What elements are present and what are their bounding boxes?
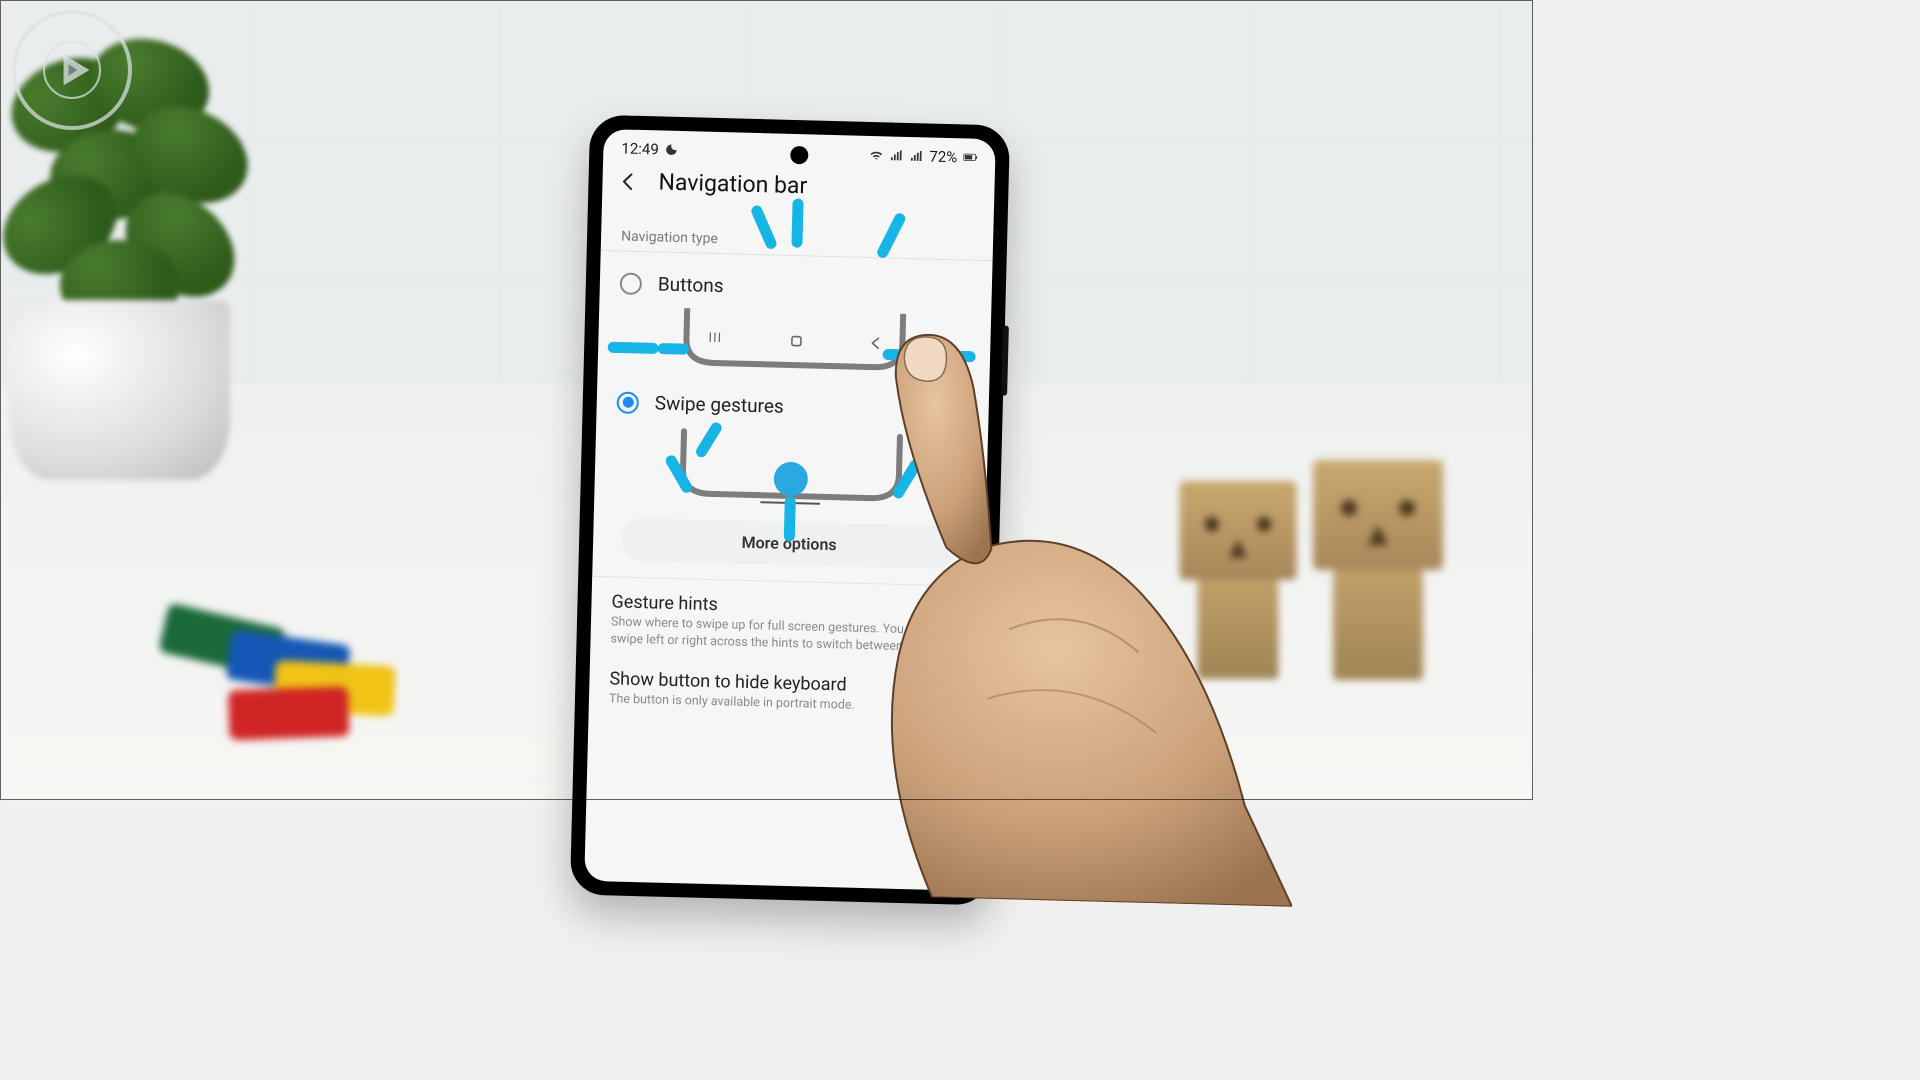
status-time: 12:49 bbox=[621, 139, 659, 158]
setting-hide-keyboard[interactable]: Show button to hide keyboard The button … bbox=[589, 650, 982, 720]
more-options-button[interactable]: More options bbox=[621, 518, 958, 570]
wifi-icon bbox=[869, 148, 883, 162]
radio-buttons[interactable] bbox=[620, 272, 643, 295]
option-gestures-label: Swipe gestures bbox=[654, 391, 784, 417]
phone-screen: 12:49 72% Navigation bar bbox=[584, 129, 996, 891]
buttons-preview: III bbox=[674, 308, 916, 376]
back-button[interactable] bbox=[616, 169, 641, 194]
battery-icon bbox=[963, 150, 977, 164]
figure-decoration-2 bbox=[1180, 481, 1297, 679]
option-buttons-label: Buttons bbox=[658, 272, 724, 297]
channel-watermark bbox=[12, 10, 132, 130]
radio-swipe-gestures[interactable] bbox=[616, 391, 639, 414]
battery-percentage: 72% bbox=[929, 148, 957, 167]
back-nav-icon bbox=[870, 335, 880, 351]
section-navigation-type: Navigation type bbox=[601, 208, 994, 261]
setting-gesture-hints[interactable]: Gesture hints Show where to swipe up for… bbox=[590, 577, 984, 660]
home-icon bbox=[790, 333, 802, 349]
page-title: Navigation bar bbox=[658, 168, 807, 199]
option-buttons[interactable]: Buttons bbox=[599, 257, 992, 310]
signal-icon bbox=[889, 148, 903, 162]
dnd-moon-icon bbox=[665, 143, 679, 157]
phone-frame: 12:49 72% Navigation bar bbox=[570, 115, 1010, 906]
figure-decoration bbox=[1313, 460, 1443, 680]
signal-icon-2 bbox=[909, 149, 923, 163]
gestures-preview bbox=[670, 427, 912, 511]
chevron-left-icon bbox=[617, 170, 640, 193]
option-swipe-gestures[interactable]: Swipe gestures bbox=[596, 376, 989, 429]
play-logo-icon bbox=[37, 35, 107, 105]
recents-icon: III bbox=[708, 331, 722, 347]
